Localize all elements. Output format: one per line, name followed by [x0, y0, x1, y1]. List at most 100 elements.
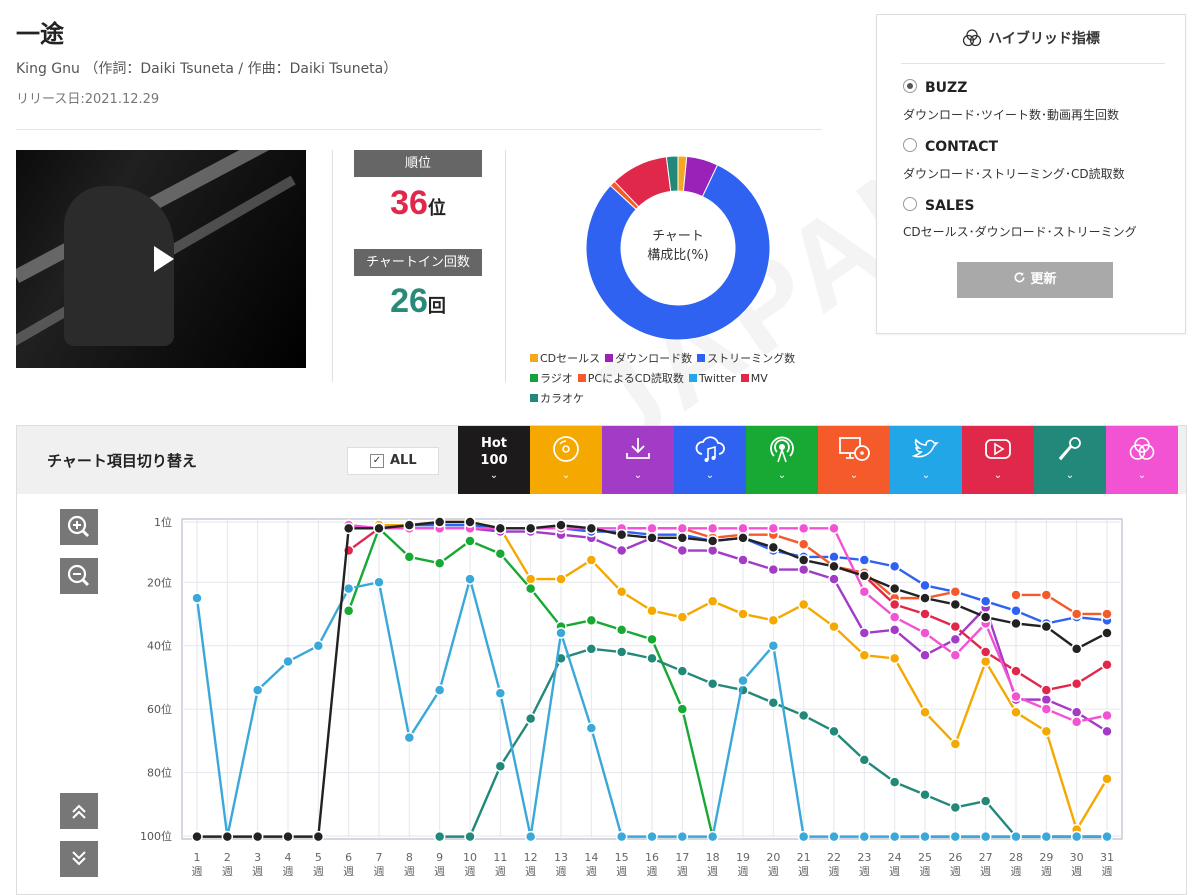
- data-point-karaoke[interactable]: [646, 652, 658, 665]
- data-point-twitter[interactable]: [1101, 830, 1113, 843]
- data-point-twitter[interactable]: [919, 830, 931, 843]
- data-point-twitter[interactable]: [433, 684, 446, 696]
- data-point-download[interactable]: [828, 573, 840, 585]
- data-point-hot100[interactable]: [524, 522, 537, 535]
- tab-pc-read[interactable]: ⌄: [818, 426, 890, 494]
- data-point-radio[interactable]: [615, 624, 628, 636]
- data-point-cd[interactable]: [919, 706, 931, 719]
- data-point-twitter[interactable]: [888, 830, 901, 843]
- data-point-hybrid[interactable]: [858, 586, 871, 598]
- data-point-karaoke[interactable]: [464, 830, 476, 843]
- data-point-radio[interactable]: [676, 703, 689, 715]
- data-point-hot100[interactable]: [373, 522, 385, 535]
- data-point-streaming[interactable]: [858, 554, 871, 566]
- data-point-cd[interactable]: [615, 586, 628, 598]
- data-point-cd[interactable]: [676, 611, 689, 623]
- data-point-radio[interactable]: [494, 547, 507, 560]
- data-point-hot100[interactable]: [797, 554, 810, 566]
- data-point-streaming[interactable]: [919, 579, 931, 592]
- data-point-hot100[interactable]: [676, 532, 689, 544]
- data-point-twitter[interactable]: [1070, 830, 1083, 843]
- data-point-mv[interactable]: [888, 598, 901, 611]
- radio-buzz[interactable]: BUZZ: [903, 79, 967, 96]
- data-point-twitter[interactable]: [737, 674, 749, 687]
- data-point-karaoke[interactable]: [919, 789, 931, 801]
- data-point-twitter[interactable]: [979, 830, 992, 843]
- data-point-karaoke[interactable]: [433, 830, 446, 843]
- data-point-hybrid[interactable]: [767, 522, 780, 535]
- data-point-mv[interactable]: [1010, 665, 1022, 677]
- data-point-twitter[interactable]: [858, 830, 871, 843]
- data-point-hot100[interactable]: [585, 522, 598, 535]
- data-point-download[interactable]: [676, 544, 689, 557]
- data-point-cd[interactable]: [858, 649, 871, 661]
- data-point-hot100[interactable]: [1010, 617, 1022, 630]
- data-point-twitter[interactable]: [282, 655, 294, 668]
- data-point-hybrid[interactable]: [828, 522, 840, 535]
- data-point-hot100[interactable]: [312, 830, 325, 843]
- data-point-twitter[interactable]: [797, 830, 810, 843]
- data-point-cd[interactable]: [797, 598, 810, 611]
- radio-contact[interactable]: CONTACT: [903, 138, 998, 155]
- data-point-hot100[interactable]: [342, 522, 355, 535]
- data-point-twitter[interactable]: [676, 830, 689, 843]
- data-point-hybrid[interactable]: [706, 522, 719, 535]
- data-point-download[interactable]: [767, 563, 780, 576]
- data-point-twitter[interactable]: [251, 684, 264, 696]
- data-point-karaoke[interactable]: [828, 725, 840, 738]
- data-point-twitter[interactable]: [312, 639, 325, 652]
- data-point-twitter[interactable]: [1010, 830, 1022, 843]
- data-point-twitter[interactable]: [767, 639, 780, 652]
- data-point-cd[interactable]: [949, 738, 962, 750]
- data-point-hot100[interactable]: [1070, 643, 1083, 655]
- data-point-radio[interactable]: [524, 582, 537, 595]
- data-point-twitter[interactable]: [373, 576, 385, 589]
- zoom-out-button[interactable]: [60, 558, 98, 594]
- data-point-hybrid[interactable]: [676, 522, 689, 535]
- data-point-hybrid[interactable]: [646, 522, 658, 535]
- tab-download[interactable]: ⌄: [602, 426, 674, 494]
- data-point-mv[interactable]: [949, 620, 962, 633]
- data-point-hot100[interactable]: [646, 532, 658, 544]
- data-point-twitter[interactable]: [191, 592, 203, 604]
- data-point-karaoke[interactable]: [979, 795, 992, 807]
- data-point-hot100[interactable]: [1101, 627, 1113, 639]
- data-point-twitter[interactable]: [555, 627, 567, 639]
- data-point-hot100[interactable]: [979, 611, 992, 623]
- data-point-hybrid[interactable]: [797, 522, 810, 535]
- data-point-download[interactable]: [615, 544, 628, 557]
- data-point-hybrid[interactable]: [888, 611, 901, 623]
- data-point-cd[interactable]: [646, 605, 658, 617]
- data-point-cd[interactable]: [585, 554, 598, 566]
- data-point-karaoke[interactable]: [676, 665, 689, 677]
- data-point-download[interactable]: [797, 563, 810, 576]
- tab-mv[interactable]: ⌄: [962, 426, 1034, 494]
- update-button[interactable]: 更新: [957, 262, 1113, 298]
- data-point-radio[interactable]: [585, 614, 598, 627]
- data-point-hot100[interactable]: [221, 830, 234, 843]
- data-point-twitter[interactable]: [706, 830, 719, 843]
- data-point-karaoke[interactable]: [524, 712, 537, 725]
- data-point-hot100[interactable]: [251, 830, 264, 843]
- data-point-cd[interactable]: [706, 595, 719, 608]
- data-point-hybrid[interactable]: [737, 522, 749, 535]
- data-point-streaming[interactable]: [979, 595, 992, 608]
- data-point-karaoke[interactable]: [585, 643, 598, 655]
- tab-streaming[interactable]: ⌄: [674, 426, 746, 494]
- data-point-karaoke[interactable]: [767, 697, 780, 709]
- data-point-twitter[interactable]: [342, 582, 355, 595]
- data-point-pc[interactable]: [1040, 589, 1053, 601]
- scroll-bottom-button[interactable]: [60, 841, 98, 877]
- data-point-mv[interactable]: [1040, 684, 1053, 696]
- data-point-hot100[interactable]: [919, 592, 931, 604]
- data-point-hot100[interactable]: [949, 598, 962, 611]
- data-point-twitter[interactable]: [949, 830, 962, 843]
- data-point-cd[interactable]: [555, 573, 567, 585]
- data-point-cd[interactable]: [767, 614, 780, 627]
- data-point-karaoke[interactable]: [888, 776, 901, 788]
- data-point-hybrid[interactable]: [1010, 690, 1022, 703]
- data-point-radio[interactable]: [433, 557, 446, 569]
- data-point-cd[interactable]: [1010, 706, 1022, 719]
- data-point-hot100[interactable]: [282, 830, 294, 843]
- data-point-twitter[interactable]: [585, 722, 598, 734]
